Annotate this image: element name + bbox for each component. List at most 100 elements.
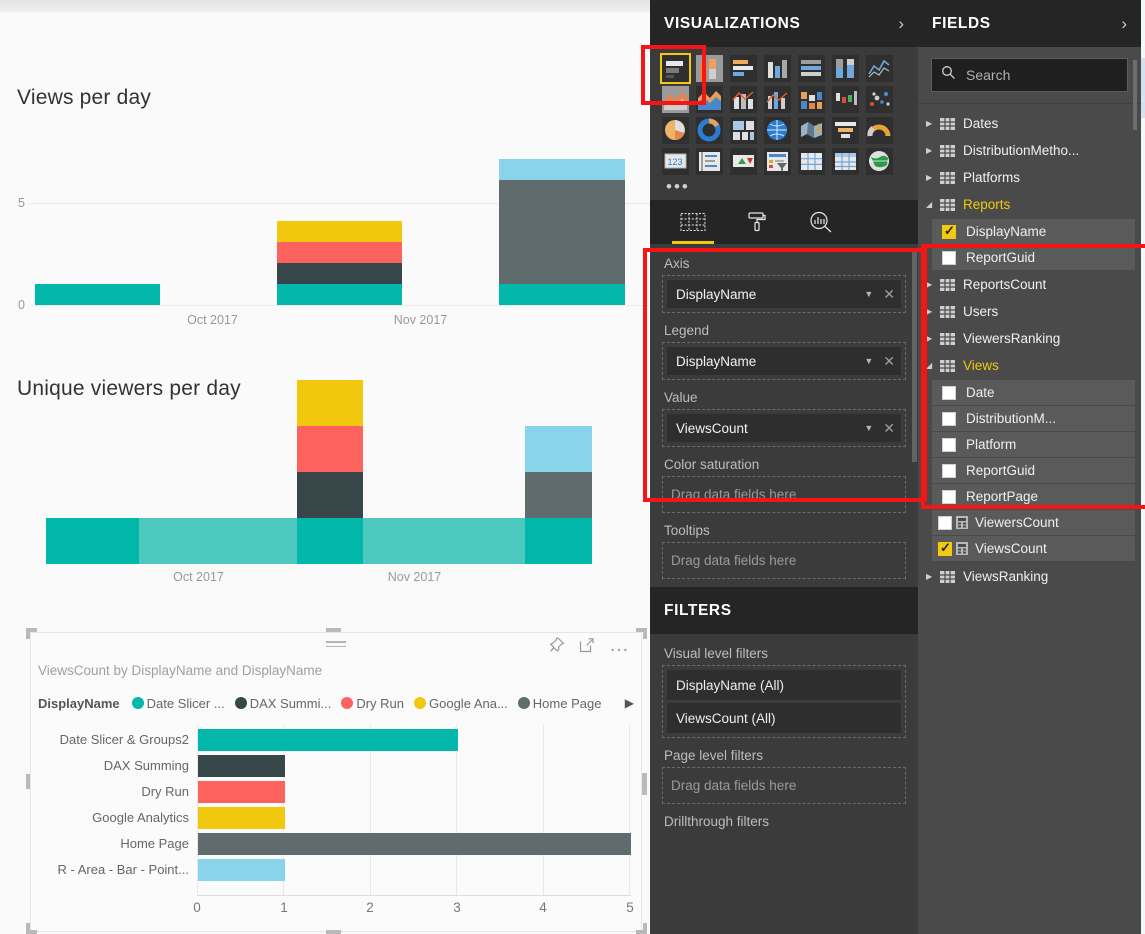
filter-pill-viewscount[interactable]: ViewsCount (All) <box>667 703 901 733</box>
bar-dax-summing[interactable] <box>198 755 285 777</box>
viz-icon-arcgis-map[interactable] <box>866 148 893 175</box>
bar-date-slicer-groups2[interactable] <box>198 729 458 751</box>
field-pill-value[interactable]: ViewsCount ▼ ✕ <box>667 414 901 442</box>
search-input[interactable]: Search <box>966 67 1010 83</box>
segment-date-slicer[interactable] <box>297 518 363 564</box>
viz-icon-scatter-chart[interactable] <box>866 86 893 113</box>
legend-next-arrow-icon[interactable]: ▶ <box>625 696 634 710</box>
well-value[interactable]: ViewsCount ▼ ✕ <box>662 409 906 447</box>
expand-triangle-icon[interactable]: ▶ <box>926 173 940 182</box>
field-pill-axis[interactable]: DisplayName ▼ ✕ <box>667 280 901 308</box>
viz-icon-line-chart[interactable] <box>866 55 893 82</box>
well-color-saturation[interactable]: Drag data fields here <box>662 476 906 513</box>
stacked-column-nov[interactable] <box>525 426 592 564</box>
field-item-displayname[interactable]: DisplayName <box>932 219 1135 244</box>
selection-handle-bottom-left[interactable] <box>26 923 37 934</box>
viz-icon-map[interactable] <box>764 117 791 144</box>
field-table-reportscount[interactable]: ▶ ReportsCount <box>918 271 1141 298</box>
viz-icon-pie-chart[interactable] <box>662 117 689 144</box>
expand-triangle-icon[interactable]: ▶ <box>926 572 940 581</box>
filter-group-visual[interactable]: DisplayName (All) ViewsCount (All) <box>662 665 906 738</box>
drag-handle-icon[interactable] <box>326 641 346 650</box>
visual-views-per-day[interactable]: Views per day 5 0 Oct 2017 Nov 2017 <box>0 12 650 342</box>
legend-item[interactable]: Date Slicer ... <box>131 696 225 711</box>
collapse-triangle-icon[interactable]: ◢ <box>926 361 940 370</box>
visual-viewscount-by-displayname[interactable]: … ViewsCount by DisplayName and DisplayN… <box>30 632 647 932</box>
bar-dry-run[interactable] <box>198 781 285 803</box>
collapse-chevron-icon[interactable]: › <box>1121 14 1127 34</box>
segment-date-slicer[interactable] <box>35 284 160 305</box>
checkbox-checked[interactable] <box>938 540 952 556</box>
checkbox-unchecked[interactable] <box>942 489 956 504</box>
field-table-platforms[interactable]: ▶ Platforms <box>918 164 1141 191</box>
viz-icon-matrix[interactable] <box>832 148 859 175</box>
segment-date-slicer[interactable] <box>525 518 592 564</box>
viz-icon-slicer[interactable] <box>764 148 791 175</box>
viz-icon-gauge[interactable] <box>866 117 893 144</box>
expand-triangle-icon[interactable]: ▶ <box>926 146 940 155</box>
field-item-reportguid[interactable]: ReportGuid <box>932 245 1135 270</box>
viz-icon-clustered-column-chart[interactable] <box>764 55 791 82</box>
legend-item[interactable]: Dry Run <box>341 696 404 711</box>
bar-home-page[interactable] <box>198 833 631 855</box>
viz-icon-100-stacked-column-chart[interactable] <box>832 55 859 82</box>
segment-dry-run[interactable] <box>297 426 363 472</box>
viz-icon-stacked-column-chart[interactable] <box>696 55 723 82</box>
selection-handle-top-center[interactable] <box>326 628 341 632</box>
field-pill-legend[interactable]: DisplayName ▼ ✕ <box>667 347 901 375</box>
field-table-views[interactable]: ◢ Views <box>918 352 1141 379</box>
tab-analytics[interactable] <box>804 207 838 237</box>
field-item-date[interactable]: Date <box>932 380 1135 405</box>
more-visuals-icon[interactable]: ••• <box>662 178 908 198</box>
pin-icon[interactable] <box>549 637 565 653</box>
field-item-viewerscount[interactable]: ViewersCount <box>932 510 1135 535</box>
viz-icon-ribbon-chart[interactable] <box>798 86 825 113</box>
selection-handle-right-middle[interactable] <box>643 774 647 789</box>
well-legend[interactable]: DisplayName ▼ ✕ <box>662 342 906 380</box>
viz-icon-100-stacked-bar-chart[interactable] <box>798 55 825 82</box>
checkbox-checked[interactable] <box>942 223 956 239</box>
viz-icon-donut-chart[interactable] <box>696 117 723 144</box>
chevron-down-icon[interactable]: ▼ <box>864 356 873 366</box>
visual-unique-viewers-per-day[interactable]: Unique viewers per day Oct 2017 Nov 2017 <box>0 342 650 622</box>
viz-icon-waterfall-chart[interactable] <box>832 86 859 113</box>
checkbox-unchecked[interactable] <box>938 515 952 530</box>
viz-icon-stacked-area-chart[interactable] <box>696 86 723 113</box>
segment-date-slicer[interactable] <box>46 518 139 564</box>
expand-triangle-icon[interactable]: ▶ <box>926 280 940 289</box>
focus-mode-icon[interactable] <box>579 637 595 653</box>
segment-r-area-bar-point[interactable] <box>499 159 625 180</box>
viz-icon-area-chart[interactable] <box>662 86 689 113</box>
viz-icon-card[interactable]: 123 <box>662 148 689 175</box>
segment-dry-run[interactable] <box>277 242 402 263</box>
viz-icon-treemap[interactable] <box>730 117 757 144</box>
remove-field-icon[interactable]: ✕ <box>883 353 895 370</box>
chevron-down-icon[interactable]: ▼ <box>864 289 873 299</box>
stacked-column-sep[interactable] <box>35 284 160 305</box>
field-table-dates[interactable]: ▶ Dates <box>918 110 1141 137</box>
field-table-reports[interactable]: ◢ Reports <box>918 191 1141 218</box>
segment-dax-summing[interactable] <box>297 472 363 518</box>
expand-triangle-icon[interactable]: ▶ <box>926 119 940 128</box>
stacked-column-nov[interactable] <box>499 159 625 305</box>
viz-icon-line-and-stacked-column-chart[interactable] <box>730 86 757 113</box>
stacked-column-oct[interactable] <box>297 380 363 564</box>
visualizations-pane-scrollbar[interactable] <box>912 252 917 462</box>
viz-icon-kpi[interactable] <box>730 148 757 175</box>
viz-icon-multi-row-card[interactable] <box>696 148 723 175</box>
checkbox-unchecked[interactable] <box>942 385 956 400</box>
selection-handle-left-middle[interactable] <box>26 774 30 789</box>
viz-icon-filled-map[interactable] <box>798 117 825 144</box>
legend-item[interactable]: Google Ana... <box>414 696 508 711</box>
bar-google-analytics[interactable] <box>198 807 285 829</box>
segment-r-area-bar-point[interactable] <box>525 426 592 472</box>
collapse-triangle-icon[interactable]: ◢ <box>926 200 940 209</box>
field-item-platform[interactable]: Platform <box>932 432 1135 457</box>
expand-triangle-icon[interactable]: ▶ <box>926 334 940 343</box>
expand-triangle-icon[interactable]: ▶ <box>926 307 940 316</box>
checkbox-unchecked[interactable] <box>942 463 956 478</box>
bar-r-area-bar-point[interactable] <box>198 859 285 881</box>
checkbox-unchecked[interactable] <box>942 250 956 265</box>
tab-format[interactable] <box>740 207 774 237</box>
stacked-column-oct[interactable] <box>277 221 402 305</box>
